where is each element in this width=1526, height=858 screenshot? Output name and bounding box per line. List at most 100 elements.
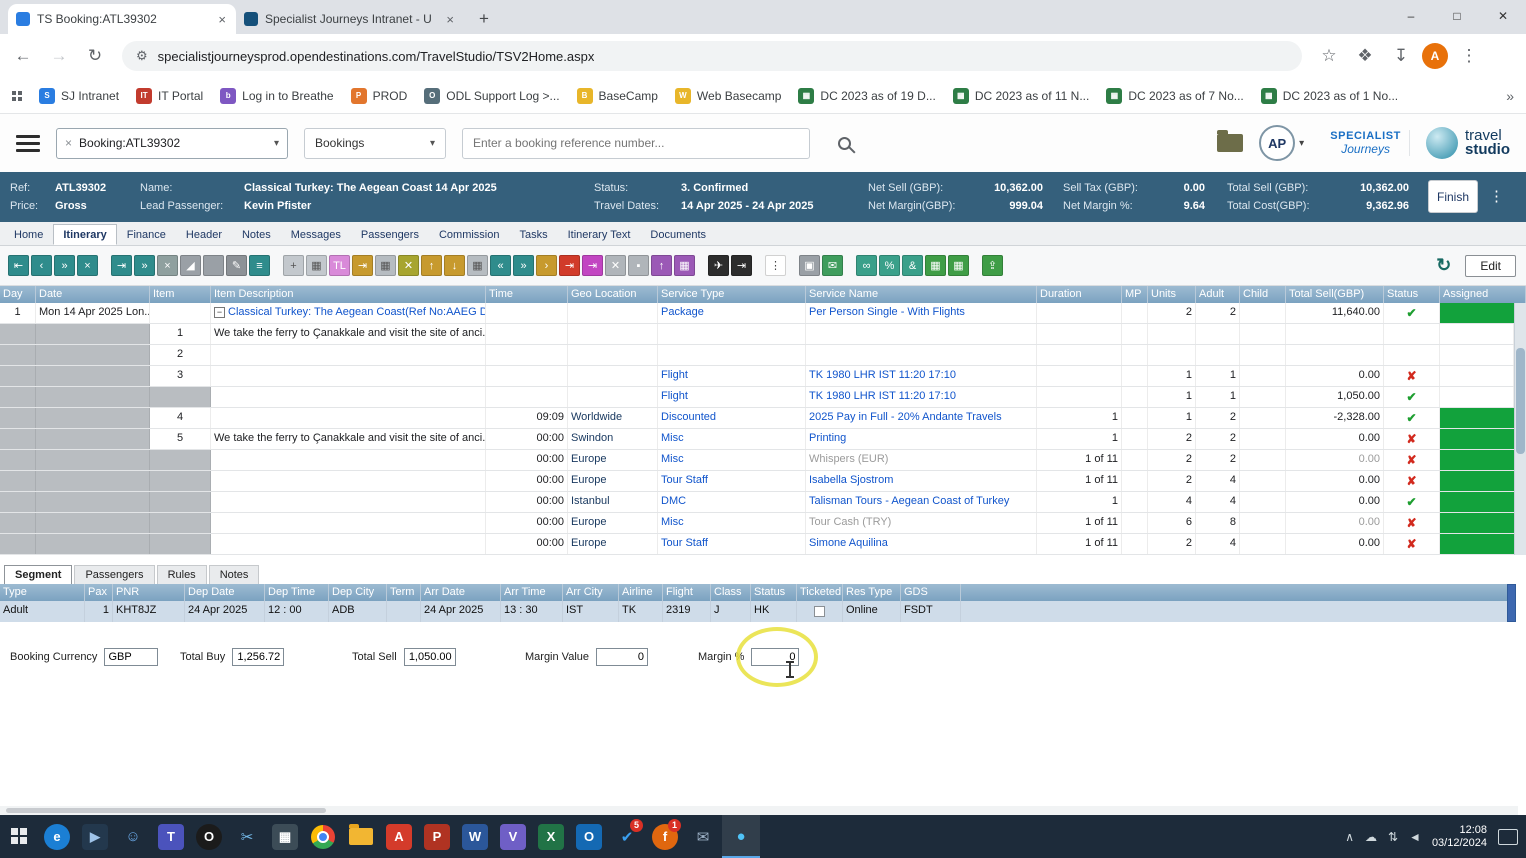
address-bar[interactable]: ⚙ specialistjourneysprod.opendestination… [122,41,1302,71]
chevron-down-icon[interactable]: ▾ [274,138,279,149]
column-header-geo-location[interactable]: Geo Location [568,286,658,303]
segment-column-class[interactable]: Class [711,584,751,601]
column-header-service-type[interactable]: Service Type [658,286,806,303]
segment-tab-notes[interactable]: Notes [208,565,260,584]
taskbar-camera-app-icon[interactable]: ● [722,815,760,858]
itinerary-row[interactable]: Flight TK 1980 LHR IST 11:20 17:10 1 1 1,050… [0,387,1514,408]
chevron-down-icon[interactable]: ▾ [430,138,435,149]
flight-tool-button[interactable]: ✈ [708,255,729,276]
margin-pct-field[interactable] [751,648,800,666]
segment-column-ticketed[interactable]: Ticketed [797,584,843,601]
taskbar-word-icon[interactable]: W [456,815,494,858]
link-button[interactable]: & [902,255,923,276]
service-name-link[interactable]: Simone Aquilina [809,537,888,549]
segment-column-term[interactable]: Term [387,584,421,601]
taskbar-people-icon[interactable]: ☺ [114,815,152,858]
bookmarks-overflow-chevron[interactable]: » [1506,88,1514,104]
itinerary-row[interactable]: 00:00 Europe Misc Whispers (EUR) 1 of 11 2 2 0.… [0,450,1514,471]
itinerary-row[interactable]: 00:00 Istanbul DMC Talisman Tours - Aegean … [0,492,1514,513]
column-header-time[interactable]: Time [486,286,568,303]
tab-itinerary[interactable]: Itinerary [53,224,117,245]
column-header-total-sell-gbp[interactable]: Total Sell(GBP) [1286,286,1384,303]
bookmark-star-icon[interactable]: ☆ [1314,41,1344,71]
segment-tab-segment[interactable]: Segment [4,565,73,584]
taskbar-outlook-icon[interactable]: O [570,815,608,858]
itinerary-row[interactable]: 1 We take the ferry to Çanakkale and visi… [0,324,1514,345]
taskbar-chrome-icon[interactable] [304,815,342,858]
segment-tab-passengers[interactable]: Passengers [74,565,155,584]
tab-close-icon[interactable]: × [444,12,456,27]
column-header-duration[interactable]: Duration [1037,286,1122,303]
segment-scrollbar[interactable] [1507,584,1516,622]
clear-x-button[interactable]: ✕ [605,255,626,276]
recent-search-combo[interactable]: × Booking:ATL39302 ▾ [56,127,288,159]
tab-tasks[interactable]: Tasks [509,224,557,245]
taskbar-teams-icon[interactable]: T [152,815,190,858]
column-header-child[interactable]: Child [1240,286,1286,303]
item-description[interactable]: Classical Turkey: The Aegean Coast(Ref N… [228,306,485,318]
service-type-link[interactable]: Misc [661,453,684,465]
apps-grid-icon[interactable] [12,90,22,101]
nav-first-button[interactable]: ⇤ [8,255,29,276]
tab-passengers[interactable]: Passengers [351,224,429,245]
bookmark-item[interactable]: P PROD [350,87,407,104]
service-type-link[interactable]: Misc [661,432,684,444]
tab-header[interactable]: Header [176,224,232,245]
column-header-status[interactable]: Status [1384,286,1440,303]
delete-item-button[interactable]: × [157,255,178,276]
total-sell-field[interactable] [403,648,456,666]
tab-commission[interactable]: Commission [429,224,510,245]
service-type-link[interactable]: Misc [661,516,684,528]
refresh-icon[interactable]: ↻ [1436,255,1451,276]
bookmark-item[interactable]: W Web Basecamp [674,87,781,104]
tab-documents[interactable]: Documents [640,224,716,245]
taskbar-firefox-icon[interactable]: f1 [646,815,684,858]
booking-currency-field[interactable] [104,648,159,666]
service-name-link[interactable]: TK 1980 LHR IST 11:20 17:10 [809,369,956,381]
forward-button[interactable]: → [44,41,74,71]
itinerary-row[interactable]: 00:00 Europe Tour Staff Simone Aquilina 1 of… [0,534,1514,555]
onedrive-tray-icon[interactable]: ☁ [1365,830,1377,844]
service-type-link[interactable]: DMC [661,495,686,507]
segment-column-status[interactable]: Status [751,584,797,601]
service-name-link[interactable]: Per Person Single - With Flights [809,306,965,318]
bookmark-item[interactable]: B BaseCamp [576,87,658,104]
segment-column-flight[interactable]: Flight [663,584,711,601]
booking-reference-input[interactable] [462,127,810,159]
bookmark-item[interactable]: b Log in to Breathe [220,87,334,104]
search-category-select[interactable]: Bookings ▾ [304,127,446,159]
service-name-link[interactable]: Isabella Sjostrom [809,474,893,486]
extensions-icon[interactable]: ❖ [1350,41,1380,71]
tab-notes[interactable]: Notes [232,224,281,245]
reload-button[interactable]: ↻ [80,41,110,71]
taskbar-visio-icon[interactable]: V [494,815,532,858]
sheet-2-button[interactable]: ▦ [948,255,969,276]
bookmark-item[interactable]: IT IT Portal [136,87,203,104]
hamburger-menu-icon[interactable] [16,131,40,156]
service-type-link[interactable]: Flight [661,369,688,381]
taskbar-file-explorer-icon[interactable] [342,815,380,858]
ticketed-checkbox[interactable] [814,606,825,617]
strike-button[interactable]: ✕ [398,255,419,276]
column-header-assigned[interactable]: Assigned [1440,286,1526,303]
folder-icon[interactable] [1217,130,1244,152]
taskbar-edge-icon[interactable]: e [38,815,76,858]
scrollbar-thumb[interactable] [1516,348,1525,455]
taskbar-excel-icon[interactable]: X [532,815,570,858]
margin-value-field[interactable] [596,648,648,666]
segment-table-row[interactable]: Adult 1 KHT8JZ 24 Apr 2025 12 : 00 ADB 24 Apr … [0,601,1516,622]
segment-column-arr-date[interactable]: Arr Date [421,584,501,601]
block-view-button[interactable]: ▦ [375,255,396,276]
block-2-button[interactable]: ▦ [467,255,488,276]
service-name-link[interactable]: Printing [809,432,846,444]
column-header-mp[interactable]: MP [1122,286,1148,303]
move-item-button[interactable]: ⇥ [352,255,373,276]
finish-button[interactable]: Finish [1428,180,1478,213]
linked-items-button[interactable]: ∞ [856,255,877,276]
taskbar-acrobat-icon[interactable]: A [380,815,418,858]
export-button[interactable]: ⇪ [982,255,1003,276]
service-type-link[interactable]: Tour Staff [661,537,708,549]
bookmark-item[interactable]: O ODL Support Log >... [424,87,560,104]
segment-column-pnr[interactable]: PNR [113,584,185,601]
bookmark-item[interactable]: ▦ DC 2023 as of 1 No... [1260,87,1398,104]
